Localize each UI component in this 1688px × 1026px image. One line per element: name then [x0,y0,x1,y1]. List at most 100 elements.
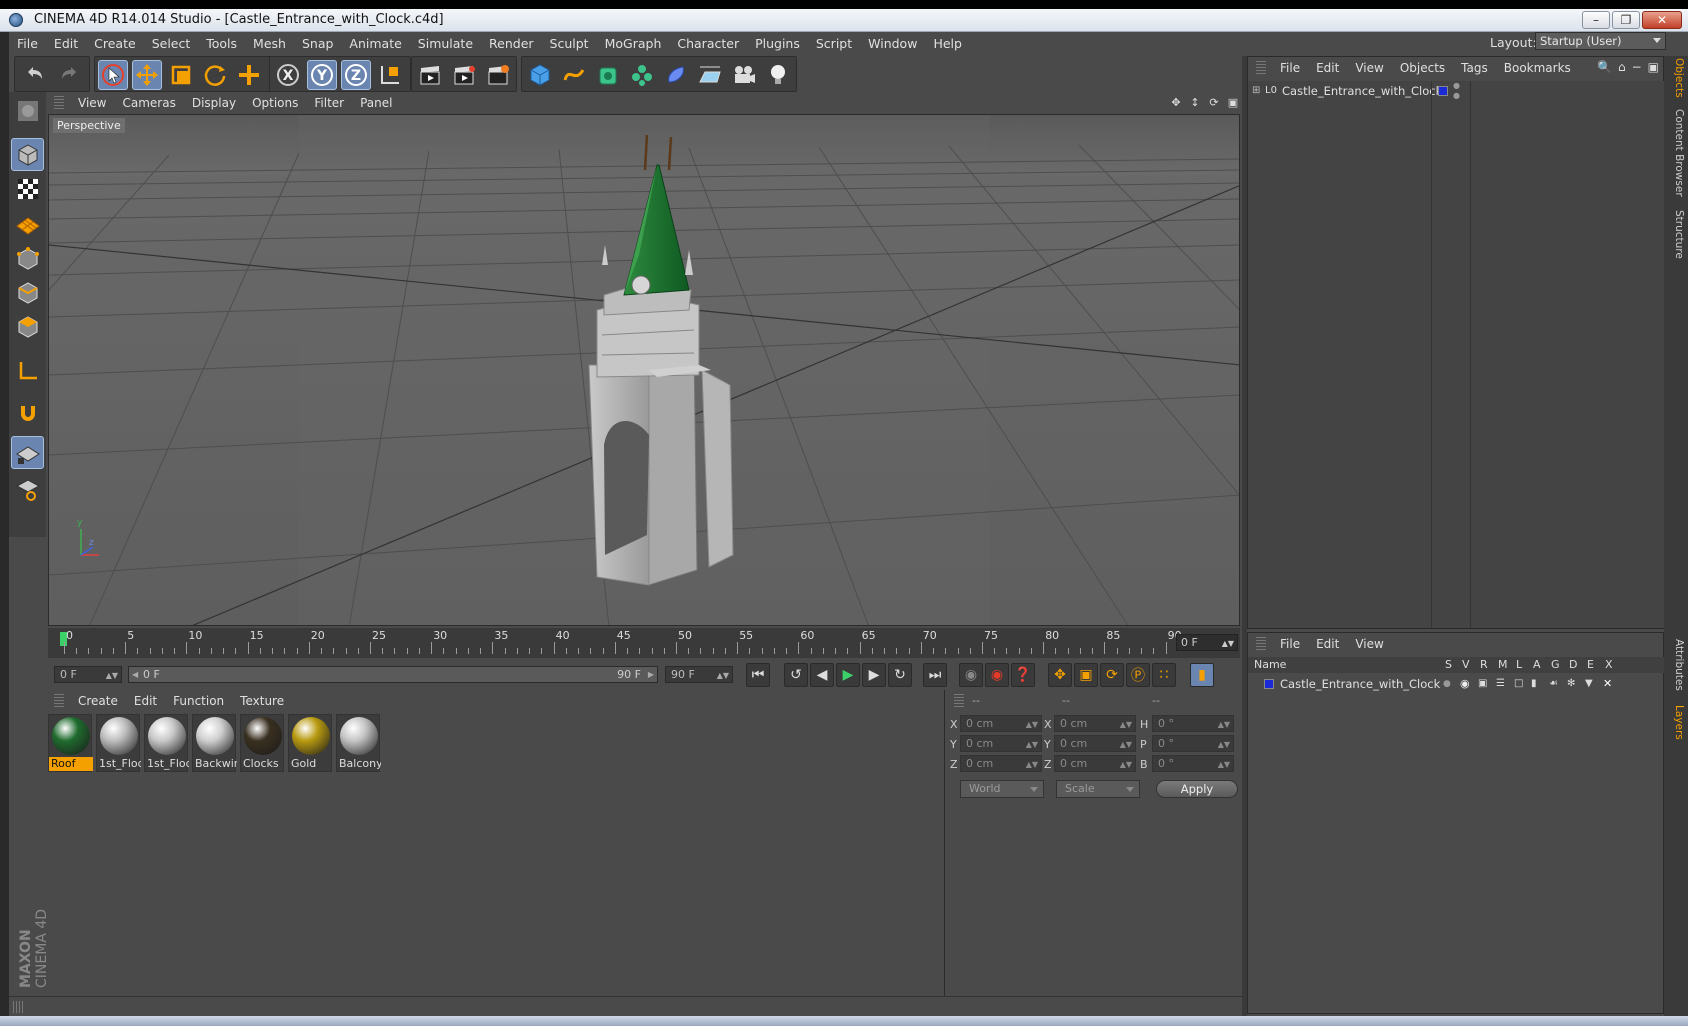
render-settings-button[interactable] [483,60,513,90]
size-y-field[interactable]: 0 cm ▲▼ [1054,735,1136,752]
position-y-field[interactable]: 0 cm ▲▼ [960,735,1042,752]
visibility-dots-icon[interactable]: ● ● [1453,81,1460,101]
timeline-window-button[interactable]: ▮ [1190,663,1214,687]
search-icon[interactable]: 🔍 [1597,60,1612,74]
spinner-icon[interactable]: ▲▼ [106,668,118,683]
y-axis-lock-button[interactable]: Y [307,60,337,90]
apply-button[interactable]: Apply [1156,780,1238,798]
key-scale-button[interactable]: ▣ [1074,663,1098,687]
key-parameter-button[interactable]: Ⓟ [1126,663,1150,687]
nurbs-button[interactable] [593,60,623,90]
layer-menu-view[interactable]: View [1347,637,1391,651]
position-x-field[interactable]: 0 cm ▲▼ [960,715,1042,732]
camera-button[interactable] [729,60,759,90]
next-frame-button[interactable]: ▶ [862,663,886,687]
object-menu-tags[interactable]: Tags [1453,61,1496,75]
grip-handle[interactable] [1256,61,1266,75]
viewport-menu-options[interactable]: Options [244,96,306,110]
grip-handle[interactable] [54,694,64,708]
rotation-h-field[interactable]: 0 ° ▲▼ [1152,715,1234,732]
material-swatch-1st-floor-a[interactable]: 1st_Floc [96,714,141,772]
material-menu-create[interactable]: Create [70,694,126,708]
tab-objects[interactable]: Objects [1667,58,1685,98]
size-z-field[interactable]: 0 cm ▲▼ [1054,755,1136,772]
layer-color-swatch[interactable] [1438,86,1448,96]
generator-icon[interactable]: ☙ [1549,675,1558,693]
manager-icon[interactable]: ☰ [1496,675,1505,693]
layer-color-swatch[interactable] [1264,679,1274,689]
x-axis-lock-button[interactable]: X [273,60,303,90]
workplane-mode-button[interactable] [11,206,44,239]
zoom-view-icon[interactable]: ↕ [1188,96,1202,109]
rotation-b-field[interactable]: 0 ° ▲▼ [1152,755,1234,772]
layer-menu-file[interactable]: File [1272,637,1308,651]
undo-button[interactable] [19,60,49,90]
menu-tools[interactable]: Tools [198,32,245,56]
menu-help[interactable]: Help [925,32,970,56]
spinner-icon[interactable]: ▲▼ [1120,757,1132,772]
material-swatch-balcony[interactable]: Balcony [336,714,381,772]
layout-dropdown[interactable]: Startup (User) [1535,32,1666,50]
menu-animate[interactable]: Animate [341,32,409,56]
snap-magnet-button[interactable] [11,396,44,429]
workplane-lock-button[interactable] [11,436,44,469]
object-menu-edit[interactable]: Edit [1308,61,1347,75]
object-menu-view[interactable]: View [1347,61,1391,75]
material-swatch-backwin[interactable]: Backwin [192,714,237,772]
environment-floor-button[interactable] [695,60,725,90]
render-picture-viewer-button[interactable] [449,60,479,90]
grip-handle[interactable] [954,694,964,708]
layer-row[interactable]: Castle_Entrance_with_Clock ● ◉ ▣ ☰ □ ▮ ☙… [1248,675,1665,693]
slider-right-arrow-icon[interactable]: ▶ [648,667,654,682]
render-view-button[interactable] [415,60,445,90]
viewport-menu-panel[interactable]: Panel [352,96,400,110]
start-frame-field[interactable]: 0 F ▲▼ [54,666,122,683]
menu-mograph[interactable]: MoGraph [597,32,670,56]
size-x-field[interactable]: 0 cm ▲▼ [1054,715,1136,732]
coordinate-system-button[interactable] [375,60,405,90]
polygons-mode-button[interactable] [11,310,44,343]
menu-sculpt[interactable]: Sculpt [542,32,597,56]
position-z-field[interactable]: 0 cm ▲▼ [960,755,1042,772]
rotation-p-field[interactable]: 0 ° ▲▼ [1152,735,1234,752]
menu-render[interactable]: Render [481,32,542,56]
rotate-view-icon[interactable]: ⟳ [1207,96,1221,109]
previous-keyframe-button[interactable]: ↺ [784,663,808,687]
material-swatch-gold[interactable]: Gold [288,714,332,772]
live-selection-button[interactable] [98,60,128,90]
locked-workplane-button[interactable] [11,472,44,505]
play-button[interactable]: ▶ [836,663,860,687]
tab-attributes[interactable]: Attributes [1667,636,1685,694]
spinner-icon[interactable]: ▲▼ [1120,737,1132,752]
z-axis-lock-button[interactable]: Z [341,60,371,90]
spinner-icon[interactable]: ▲▼ [1026,757,1038,772]
preview-range-slider[interactable]: ◀ 0 F 90 F ▶ [128,666,658,683]
points-mode-button[interactable] [11,242,44,275]
current-frame-field[interactable]: 0 F ▲▼ [1176,634,1238,651]
spinner-icon[interactable]: ▲▼ [1218,717,1230,732]
column-animation[interactable]: A [1533,657,1541,673]
previous-frame-button[interactable]: ◀ [810,663,834,687]
column-view[interactable]: V [1462,657,1470,673]
key-rotation-button[interactable]: ⟳ [1100,663,1124,687]
record-active-button[interactable]: ◉ [985,663,1009,687]
material-menu-texture[interactable]: Texture [232,694,292,708]
tab-content-browser[interactable]: Content Browser [1667,108,1685,198]
menu-edit[interactable]: Edit [46,32,86,56]
menu-select[interactable]: Select [144,32,199,56]
menu-window[interactable]: Window [860,32,925,56]
timeline-ruler[interactable]: 0 5 10 15 20 25 30 35 40 45 50 55 60 65 70 75 80 85 90 0 F… [48,628,1240,658]
move-tool-button[interactable] [132,60,162,90]
column-deformers[interactable]: D [1569,657,1577,673]
edges-mode-button[interactable] [11,276,44,309]
viewport-menu-cameras[interactable]: Cameras [114,96,183,110]
material-swatch-1st-floor-b[interactable]: 1st_Floc [144,714,189,772]
cinema4d-app-icon[interactable] [9,13,23,27]
column-name[interactable]: Name [1254,657,1286,673]
end-frame-field[interactable]: 90 F ▲▼ [665,666,733,683]
record-keys-disabled-button[interactable]: ◉ [959,663,983,687]
lock-icon[interactable]: □ [1514,675,1523,693]
redo-button[interactable] [55,60,85,90]
column-locked[interactable]: L [1516,657,1522,673]
solo-icon[interactable]: ● [1443,675,1451,693]
